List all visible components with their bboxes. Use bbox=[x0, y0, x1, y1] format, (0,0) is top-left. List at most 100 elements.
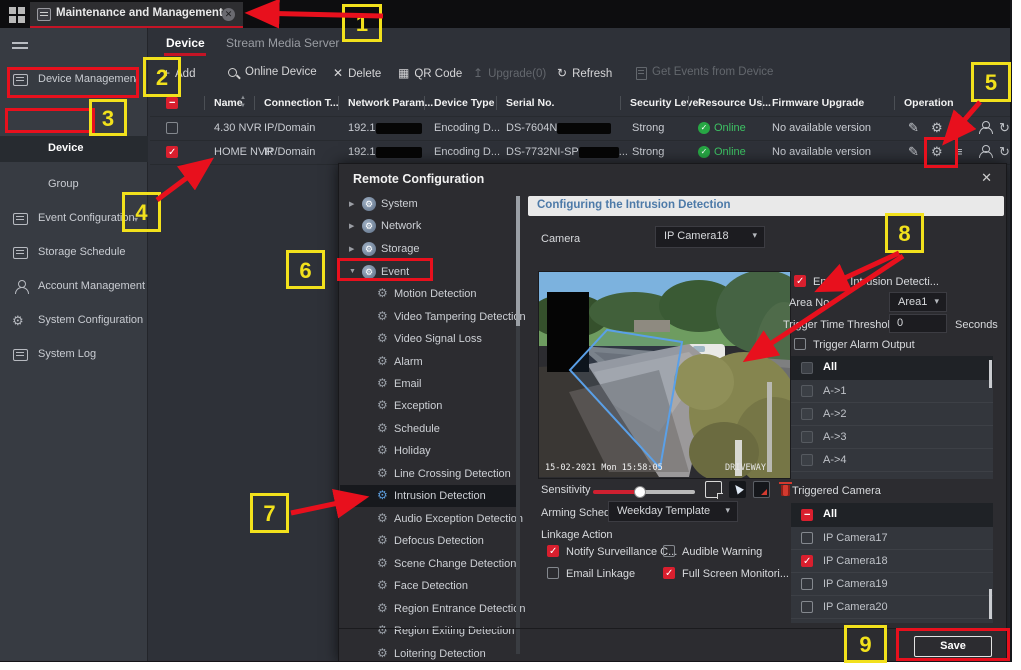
delete-button[interactable]: ✕Delete bbox=[333, 66, 381, 84]
annotation-box-gear bbox=[924, 137, 958, 168]
select-cursor-icon[interactable] bbox=[729, 481, 746, 498]
sensitivity-slider-thumb[interactable] bbox=[634, 486, 646, 498]
sidebar-item-storage-schedule[interactable]: Storage Schedule bbox=[0, 240, 148, 266]
annotation-number-8: 8 bbox=[885, 213, 924, 253]
audible-warning-checkbox[interactable] bbox=[663, 545, 675, 557]
trigger-alarm-output-checkbox[interactable] bbox=[794, 338, 806, 350]
sidebar-item-device[interactable]: Device bbox=[0, 136, 148, 162]
sort-desc-icon[interactable]: ▼ bbox=[240, 103, 246, 110]
camera-row-ip17[interactable]: IP Camera17 bbox=[791, 527, 993, 550]
person-icon[interactable] bbox=[978, 145, 992, 158]
online-device-button[interactable]: Online Device bbox=[228, 66, 317, 84]
qr-code-button[interactable]: ▦QR Code bbox=[398, 66, 462, 84]
sidebar-item-system-log[interactable]: System Log bbox=[0, 342, 148, 368]
video-preview[interactable]: 15-02-2021 Mon 15:58:05 DRIVEWAY bbox=[538, 271, 791, 479]
tree-item-alarm[interactable]: ⚙Alarm bbox=[340, 351, 518, 373]
tree-item-region-entrance[interactable]: ⚙Region Entrance Detection bbox=[340, 598, 518, 620]
select-all-checkbox[interactable] bbox=[166, 97, 178, 109]
person-icon[interactable] bbox=[978, 121, 992, 134]
tree-item-motion-detection[interactable]: ⚙Motion Detection bbox=[340, 283, 518, 305]
enable-intrusion-checkbox[interactable] bbox=[794, 275, 806, 287]
col-resource[interactable]: Resource Us... bbox=[688, 96, 771, 110]
collapse-menu-icon[interactable] bbox=[12, 42, 28, 52]
annotation-number-7: 7 bbox=[250, 493, 289, 533]
tab-close-icon[interactable]: ✕ bbox=[222, 8, 235, 21]
alarm-output-row[interactable]: A->1 bbox=[791, 380, 993, 403]
col-connection[interactable]: Connection T... bbox=[254, 96, 339, 110]
camera-row-ip20[interactable]: IP Camera20 bbox=[791, 596, 993, 619]
tree-item-holiday[interactable]: ⚙Holiday bbox=[340, 440, 518, 462]
tree-item-schedule[interactable]: ⚙Schedule bbox=[340, 418, 518, 440]
account-icon bbox=[14, 280, 28, 294]
tree-item-video-signal-loss[interactable]: ⚙Video Signal Loss bbox=[340, 328, 518, 350]
tree-item-face-detection[interactable]: ⚙Face Detection bbox=[340, 575, 518, 597]
close-icon[interactable]: ✕ bbox=[981, 170, 992, 186]
area-no-label: Area No. bbox=[789, 297, 832, 309]
tree-item-exception[interactable]: ⚙Exception bbox=[340, 395, 518, 417]
row1-checkbox[interactable] bbox=[166, 122, 178, 134]
full-screen-monitoring-checkbox[interactable] bbox=[663, 567, 675, 579]
col-operation[interactable]: Operation bbox=[894, 96, 954, 110]
upgrade-button[interactable]: ↥Upgrade(0) bbox=[473, 66, 546, 84]
alarm-output-row[interactable]: A->3 bbox=[791, 426, 993, 449]
alarm-output-all-row[interactable]: All bbox=[791, 356, 993, 380]
notify-surveillance-checkbox[interactable] bbox=[547, 545, 559, 557]
tab-stream-media-server[interactable]: Stream Media Server bbox=[226, 36, 339, 50]
col-name[interactable]: Name bbox=[204, 96, 243, 110]
camera-select[interactable]: IP Camera18 bbox=[655, 226, 765, 248]
refresh-button[interactable]: ↻Refresh bbox=[557, 66, 612, 84]
osd-timestamp: 15-02-2021 Mon 15:58:05 bbox=[545, 463, 663, 473]
edit-icon[interactable]: ✎ bbox=[908, 120, 919, 136]
sensitivity-slider-rest[interactable] bbox=[639, 490, 695, 494]
stack-icon[interactable]: ≡ bbox=[955, 120, 963, 135]
alarm-output-row[interactable]: A->4 bbox=[791, 449, 993, 472]
camera-row-ip19[interactable]: IP Camera19 bbox=[791, 573, 993, 596]
get-events-button[interactable]: Get Events from Device bbox=[636, 66, 773, 84]
row2-serial: DS-7732NI-SP... bbox=[506, 146, 628, 158]
clear-region-icon[interactable] bbox=[753, 481, 770, 498]
alarm-output-row[interactable]: A->2 bbox=[791, 403, 993, 426]
screenshot-page: Maintenance and Management ✕ Device Mana… bbox=[0, 0, 1021, 670]
apps-grid-icon[interactable] bbox=[9, 7, 16, 14]
tab-maintenance-and-management[interactable]: Maintenance and Management ✕ bbox=[30, 2, 243, 28]
remote-config-gear-icon[interactable]: ⚙ bbox=[931, 120, 943, 136]
col-device-type[interactable]: Device Type bbox=[424, 96, 495, 110]
sensitivity-slider-filled[interactable] bbox=[593, 490, 639, 494]
tree-item-audio-exception[interactable]: ⚙Audio Exception Detection bbox=[340, 508, 518, 530]
email-linkage-checkbox[interactable] bbox=[547, 567, 559, 579]
arming-schedule-select[interactable]: Weekday Template bbox=[608, 501, 738, 522]
sidebar-item-account-management[interactable]: Account Management bbox=[0, 274, 148, 300]
camera-row-ip18[interactable]: IP Camera18 bbox=[791, 550, 993, 573]
col-serial[interactable]: Serial No. bbox=[496, 96, 554, 110]
tree-item-line-crossing[interactable]: ⚙Line Crossing Detection bbox=[340, 463, 518, 485]
col-network[interactable]: Network Param... bbox=[338, 96, 433, 110]
tree-item-system[interactable]: ▶⚙System bbox=[340, 193, 518, 215]
draw-region-icon[interactable] bbox=[705, 481, 722, 498]
sync-icon[interactable]: ↻ bbox=[999, 144, 1010, 160]
row2-checkbox[interactable] bbox=[166, 146, 178, 158]
scrollbar-thumb[interactable] bbox=[989, 360, 992, 388]
edit-icon[interactable]: ✎ bbox=[908, 144, 919, 160]
tree-item-email[interactable]: ⚙Email bbox=[340, 373, 518, 395]
tree-item-scene-change[interactable]: ⚙Scene Change Detection bbox=[340, 553, 518, 575]
camera-all-row[interactable]: All bbox=[791, 503, 993, 527]
tree-item-region-exiting[interactable]: ⚙Region Exiting Detection bbox=[340, 620, 518, 642]
tree-item-network[interactable]: ▶⚙Network bbox=[340, 215, 518, 237]
threshold-input[interactable]: 0 bbox=[889, 314, 947, 333]
sidebar-item-system-configuration[interactable]: ⚙ System Configuration bbox=[0, 308, 148, 334]
output-all-checkbox[interactable] bbox=[801, 362, 813, 374]
tab-device[interactable]: Device bbox=[166, 36, 205, 50]
tree-item-storage[interactable]: ▶⚙Storage bbox=[340, 238, 518, 260]
camera-all-checkbox[interactable] bbox=[801, 509, 813, 521]
tree-item-video-tampering[interactable]: ⚙Video Tampering Detection bbox=[340, 306, 518, 328]
scrollbar-thumb[interactable] bbox=[989, 589, 992, 619]
area-select[interactable]: Area1 bbox=[889, 292, 947, 312]
tree-item-intrusion-detection[interactable]: ⚙Intrusion Detection bbox=[340, 485, 518, 507]
tree-item-defocus[interactable]: ⚙Defocus Detection bbox=[340, 530, 518, 552]
sort-asc-icon[interactable]: ▲ bbox=[240, 95, 246, 102]
tree-scrollbar[interactable] bbox=[516, 196, 520, 654]
alarm-output-list: All A->1 A->2 A->3 A->4 bbox=[791, 356, 993, 479]
sync-icon[interactable]: ↻ bbox=[999, 120, 1010, 136]
tree-item-loitering[interactable]: ⚙Loitering Detection bbox=[340, 643, 518, 662]
col-firmware[interactable]: Firmware Upgrade bbox=[762, 96, 864, 110]
